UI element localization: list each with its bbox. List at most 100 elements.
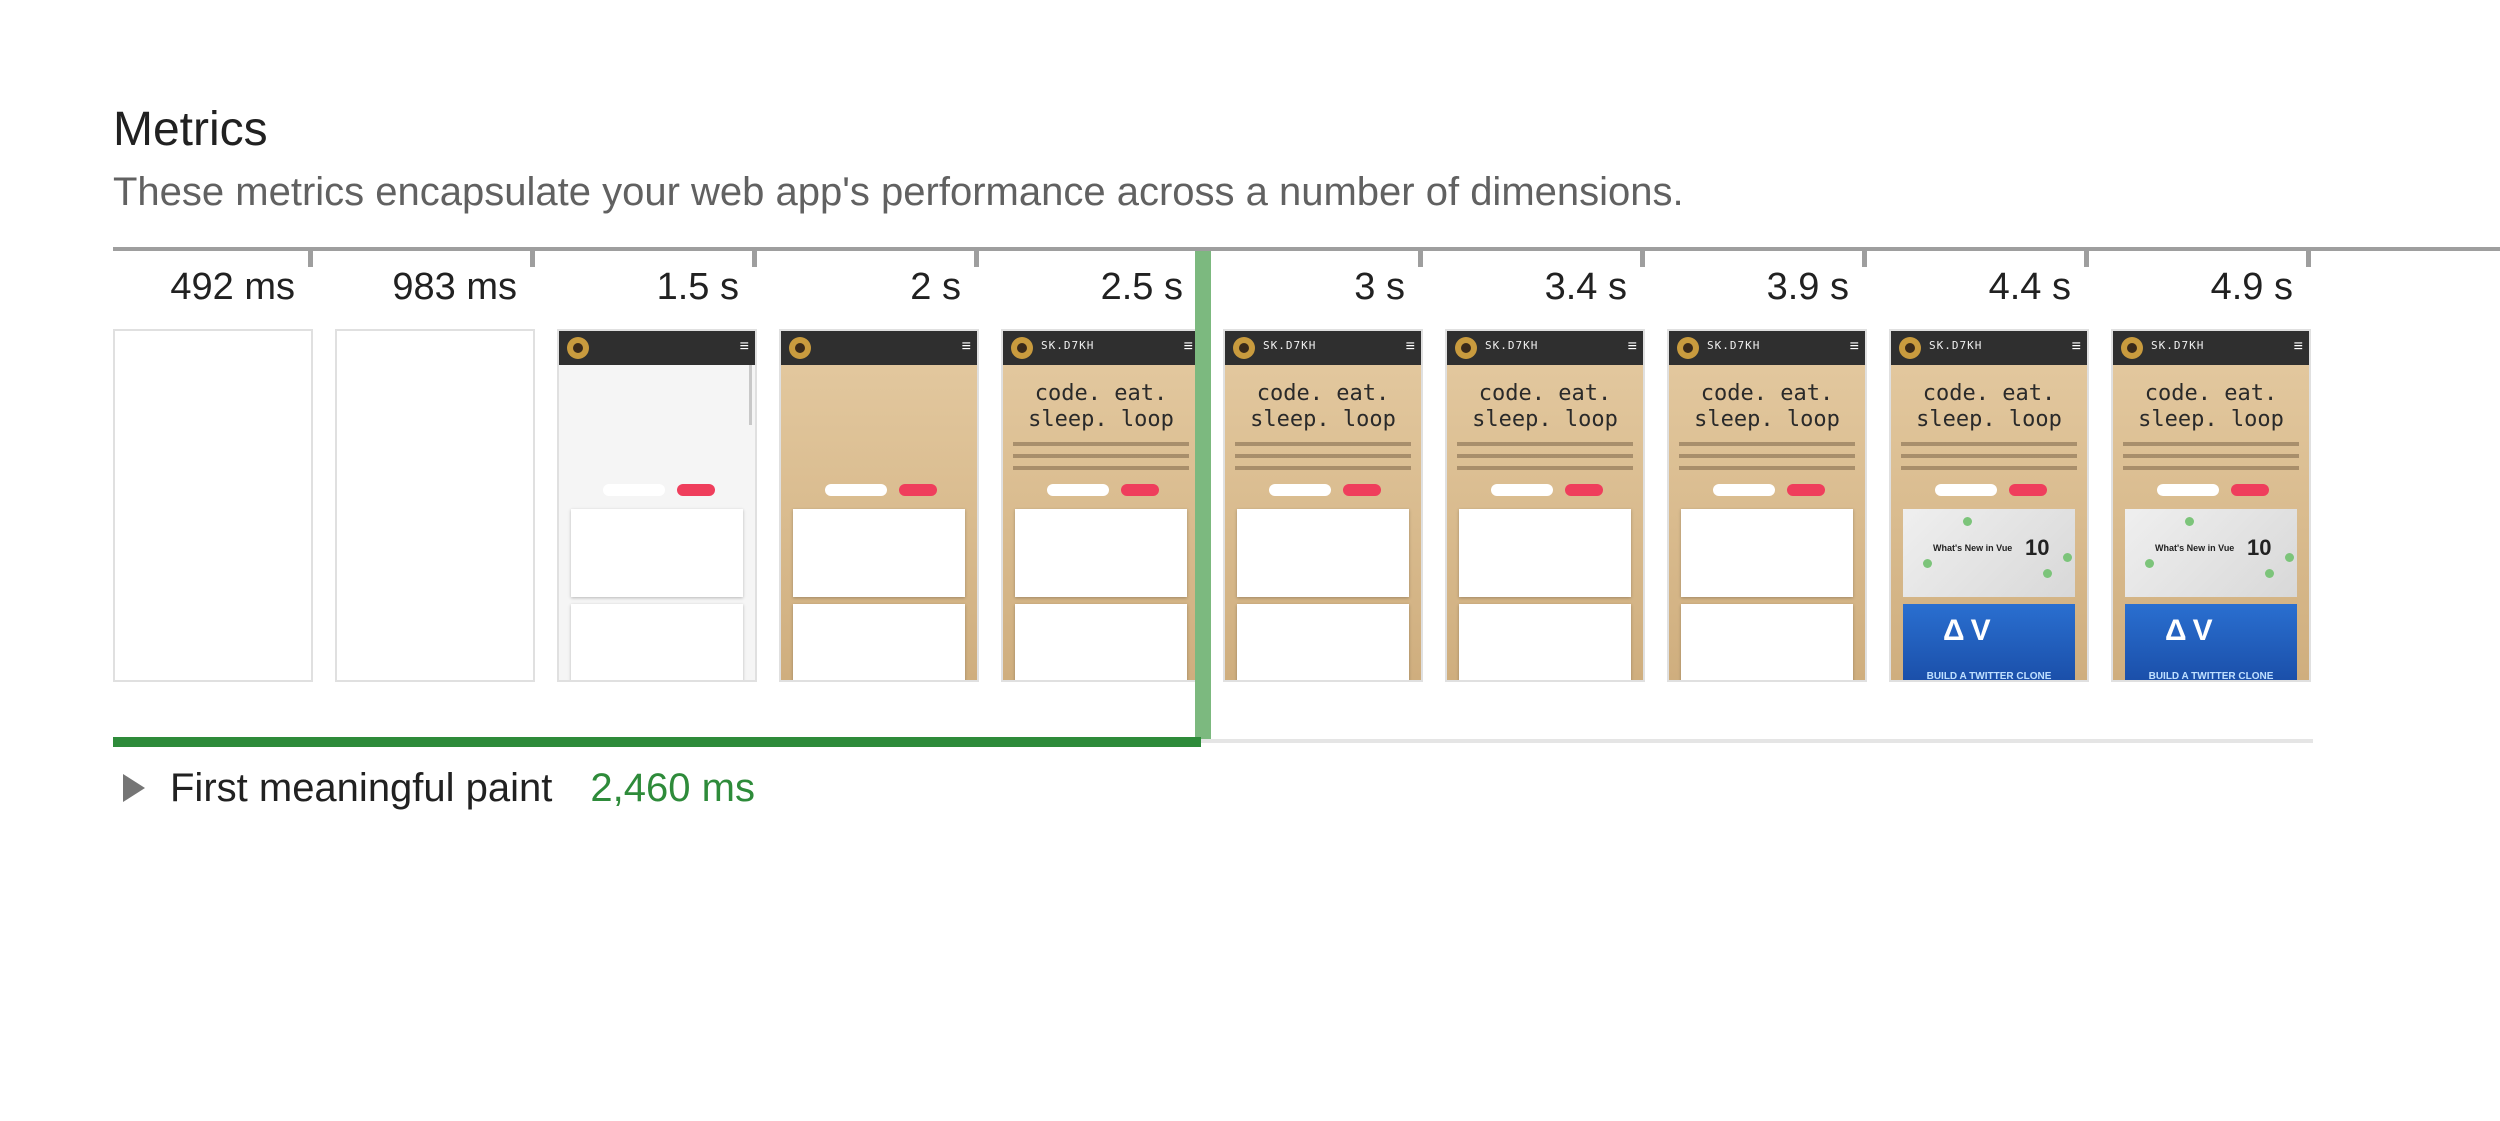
thumb-brand: SK.D7KH: [1929, 339, 1983, 352]
fmp-marker: [1195, 251, 1211, 743]
thumb-button-secondary: [603, 484, 665, 496]
metric-label: First meaningful paint: [170, 765, 553, 810]
banner-text: BUILD A TWITTER CLONE: [1926, 671, 2052, 682]
frame-time-label: 1.5 s: [656, 266, 739, 308]
thumb-card-vue: What's New in Vue 10: [2125, 509, 2297, 597]
metric-row-first-meaningful-paint[interactable]: First meaningful paint 2,460 ms: [113, 758, 755, 818]
thumb-button-secondary: [1491, 484, 1553, 496]
decor-dot: [2265, 569, 2274, 578]
thumb-card: [1015, 509, 1187, 597]
frame-time-label: 3.9 s: [1766, 266, 1849, 308]
filmstrip-frame: 492 ms: [113, 247, 313, 682]
frame-time-label: 4.9 s: [2210, 266, 2293, 308]
thumb-button-primary: [2231, 484, 2269, 496]
frame-time-label: 2.5 s: [1100, 266, 1183, 308]
logo-icon: [567, 337, 589, 359]
triangle-right-icon[interactable]: [123, 774, 145, 802]
hero-line: sleep. loop: [1694, 407, 1840, 432]
thumb-card: [1681, 509, 1853, 597]
hero-line: code. eat.: [2144, 381, 2278, 406]
thumb-brand: SK.D7KH: [1485, 339, 1539, 352]
metric-value: 2,460 ms: [590, 765, 755, 810]
hero-line: sleep. loop: [1916, 407, 2062, 432]
fmp-progress-bar: [113, 737, 1201, 747]
hamburger-icon: ≡: [1183, 338, 1193, 355]
filmstrip-frame: 2 s ≡: [779, 247, 979, 682]
logo-icon: [1233, 337, 1255, 359]
thumb-card: [793, 509, 965, 597]
timeline-track: [1201, 739, 2313, 743]
frame-time-label: 2 s: [910, 266, 961, 308]
hamburger-icon: ≡: [961, 338, 971, 355]
hero-line: sleep. loop: [2138, 407, 2284, 432]
thumb-button-secondary: [1269, 484, 1331, 496]
thumb-hero-text: code. eat. sleep. loop: [1447, 381, 1643, 433]
decor-dot: [2063, 553, 2072, 562]
hamburger-icon: ≡: [1405, 338, 1415, 355]
hero-line: sleep. loop: [1028, 407, 1174, 432]
thumb-button-primary: [677, 484, 715, 496]
hamburger-icon: ≡: [1627, 338, 1637, 355]
thumb-button-primary: [1787, 484, 1825, 496]
scrollbar: [749, 365, 752, 425]
decor-dot: [2285, 553, 2294, 562]
frame-time-label: 492 ms: [170, 266, 295, 308]
screenshot-thumbnail: SK.D7KH ≡ code. eat. sleep. loop What's New …: [1889, 329, 2089, 682]
card-text: What's New in Vue: [1933, 543, 2013, 553]
frame-time-label: 3.4 s: [1544, 266, 1627, 308]
thumb-card: [1237, 604, 1409, 680]
thumb-header: SK.D7KH ≡: [1891, 331, 2087, 365]
decor-dot: [2185, 517, 2194, 526]
logo-icon: [1677, 337, 1699, 359]
thumb-button-secondary: [1047, 484, 1109, 496]
thumb-button-primary: [1121, 484, 1159, 496]
hero-line: code. eat.: [1034, 381, 1168, 406]
thumb-hero-text: code. eat. sleep. loop: [1669, 381, 1865, 433]
filmstrip-frame: 3 s SK.D7KH ≡ code. eat. sleep. loop: [1223, 247, 1423, 682]
filmstrip-frame: 2.5 s SK.D7KH ≡ code. eat. sleep. loop: [1001, 247, 1201, 682]
timeline-tick: [752, 247, 757, 267]
thumb-header: ≡: [781, 331, 977, 365]
thumb-subtext: [1013, 439, 1189, 475]
decor-dot: [1923, 559, 1932, 568]
thumb-brand: SK.D7KH: [1041, 339, 1095, 352]
thumb-header: SK.D7KH ≡: [2113, 331, 2309, 365]
thumb-card: [1237, 509, 1409, 597]
thumb-header: ≡: [559, 331, 755, 365]
logo-icon: [1899, 337, 1921, 359]
filmstrip-frame: 3.9 s SK.D7KH ≡ code. eat. sleep. loop: [1667, 247, 1867, 682]
card-text: What's New in Vue: [2155, 543, 2235, 553]
timeline-tick: [2306, 247, 2311, 267]
timeline-tick: [1640, 247, 1645, 267]
hero-line: code. eat.: [1256, 381, 1390, 406]
av-logo-icon: ΔV: [1943, 614, 1997, 647]
screenshot-thumbnail: [335, 329, 535, 682]
thumb-subtext: [1457, 439, 1633, 475]
thumb-header: SK.D7KH ≡: [1003, 331, 1199, 365]
logo-icon: [2121, 337, 2143, 359]
thumb-header: SK.D7KH ≡: [1447, 331, 1643, 365]
thumb-card: [571, 604, 743, 680]
thumb-header: SK.D7KH ≡: [1225, 331, 1421, 365]
thumb-card: [793, 604, 965, 680]
screenshot-thumbnail: SK.D7KH ≡ code. eat. sleep. loop: [1445, 329, 1645, 682]
thumb-subtext: [1235, 439, 1411, 475]
thumb-button-primary: [899, 484, 937, 496]
thumb-brand: SK.D7KH: [1263, 339, 1317, 352]
thumb-card: [571, 509, 743, 597]
decor-dot: [1963, 517, 1972, 526]
thumb-button-primary: [2009, 484, 2047, 496]
logo-icon: [789, 337, 811, 359]
screenshot-thumbnail: SK.D7KH ≡ code. eat. sleep. loop: [1001, 329, 1201, 682]
thumb-card: [1681, 604, 1853, 680]
thumb-subtext: [2123, 439, 2299, 475]
screenshot-thumbnail: [113, 329, 313, 682]
frame-time-label: 4.4 s: [1988, 266, 2071, 308]
section-title: Metrics: [113, 103, 268, 156]
thumb-subtext: [1679, 439, 1855, 475]
hero-line: code. eat.: [1700, 381, 1834, 406]
hamburger-icon: ≡: [739, 338, 749, 355]
thumb-card: [1459, 604, 1631, 680]
frame-time-label: 983 ms: [392, 266, 517, 308]
filmstrip-frame: 4.4 s SK.D7KH ≡ code. eat. sleep. loop What's…: [1889, 247, 2089, 682]
